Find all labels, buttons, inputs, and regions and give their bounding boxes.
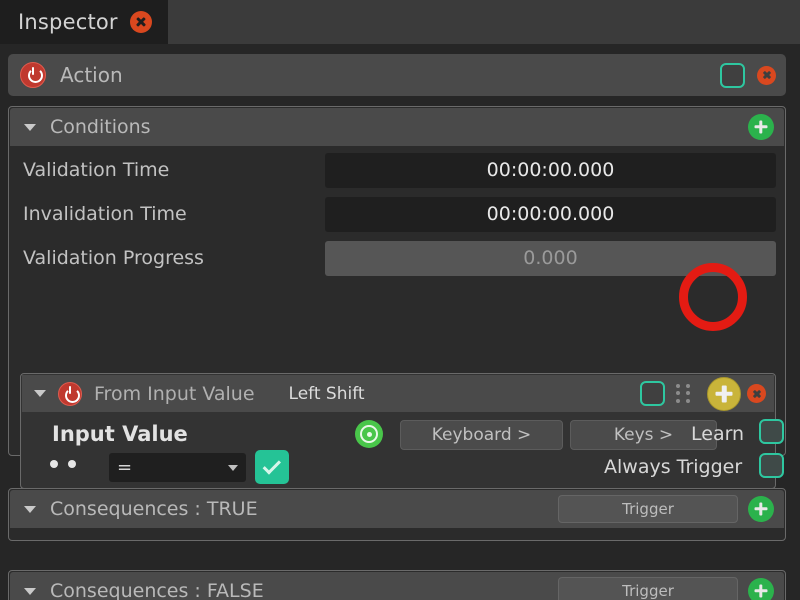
- from-input-value-body: Input Value Keyboard > Keys > Learn Alwa…: [22, 412, 774, 487]
- inspector-window: Inspector Action Conditions Validation T…: [0, 0, 800, 600]
- row-invalidation-time: Invalidation Time 00:00:00.000: [10, 194, 784, 234]
- tab-inspector-label: Inspector: [18, 10, 118, 34]
- tab-bar: Inspector: [0, 0, 800, 44]
- from-input-value-checkbox[interactable]: [640, 381, 665, 406]
- invalidation-time-label: Invalidation Time: [10, 203, 325, 225]
- row-validation-progress: Validation Progress 0.000: [10, 238, 784, 278]
- add-input-value-button[interactable]: [707, 377, 741, 411]
- consequences-false-header[interactable]: Consequences : FALSE Trigger: [10, 572, 784, 600]
- caret-down-icon: [228, 465, 238, 471]
- close-icon[interactable]: [130, 11, 152, 33]
- from-input-value-header[interactable]: From Input Value Left Shift: [22, 375, 774, 412]
- consequences-false-section: Consequences : FALSE Trigger: [8, 570, 786, 600]
- chevron-down-icon[interactable]: [24, 124, 36, 131]
- chevron-down-icon[interactable]: [34, 390, 46, 397]
- add-consequence-false-button[interactable]: [748, 578, 774, 600]
- invalidation-time-field[interactable]: 00:00:00.000: [325, 197, 776, 232]
- always-trigger-checkbox[interactable]: [759, 453, 784, 478]
- learn-label: Learn: [691, 423, 744, 445]
- keyboard-button[interactable]: Keyboard >: [400, 420, 563, 450]
- consequences-true-header[interactable]: Consequences : TRUE Trigger: [10, 490, 784, 528]
- conditions-header[interactable]: Conditions: [10, 108, 784, 146]
- tab-inspector[interactable]: Inspector: [0, 0, 168, 44]
- action-label: Action: [60, 63, 720, 87]
- from-input-value-title: From Input Value: [94, 383, 255, 405]
- trigger-true-button[interactable]: Trigger: [558, 495, 738, 523]
- conditions-body: Validation Time 00:00:00.000 Invalidatio…: [10, 146, 784, 454]
- consequences-true-title: Consequences : TRUE: [50, 498, 558, 520]
- from-input-value-subtitle: Left Shift: [289, 384, 640, 404]
- drag-handle-icon[interactable]: [675, 384, 691, 404]
- operator-select[interactable]: =: [109, 453, 246, 482]
- check-icon: [262, 456, 280, 474]
- power-icon[interactable]: [20, 62, 46, 88]
- validation-time-label: Validation Time: [10, 159, 325, 181]
- consequences-true-section: Consequences : TRUE Trigger: [8, 488, 786, 541]
- action-enabled-checkbox[interactable]: [720, 63, 745, 88]
- add-condition-button[interactable]: [748, 114, 774, 140]
- action-close-icon[interactable]: [757, 66, 776, 85]
- operator-value: =: [117, 457, 228, 478]
- validation-time-field[interactable]: 00:00:00.000: [325, 153, 776, 188]
- confirm-button[interactable]: [255, 450, 289, 484]
- conditions-section: Conditions Validation Time 00:00:00.000 …: [8, 106, 786, 456]
- conditions-title: Conditions: [50, 116, 748, 138]
- input-value-label: Input Value: [52, 422, 188, 446]
- consequences-false-title: Consequences : FALSE: [50, 580, 558, 600]
- power-icon[interactable]: [58, 382, 82, 406]
- from-input-value-card: From Input Value Left Shift Input Value: [20, 373, 776, 489]
- always-trigger-label: Always Trigger: [604, 456, 742, 478]
- trigger-false-button[interactable]: Trigger: [558, 577, 738, 600]
- remove-input-value-icon[interactable]: [747, 384, 766, 403]
- action-header[interactable]: Action: [8, 54, 786, 96]
- validation-progress-field: 0.000: [325, 241, 776, 276]
- learn-checkbox[interactable]: [759, 419, 784, 444]
- add-consequence-true-button[interactable]: [748, 496, 774, 522]
- chevron-down-icon[interactable]: [24, 588, 36, 595]
- row-validation-time: Validation Time 00:00:00.000: [10, 150, 784, 190]
- validation-progress-label: Validation Progress: [10, 247, 325, 269]
- inspector-panel: Action Conditions Validation Time 00:00:…: [0, 44, 800, 600]
- record-icon[interactable]: [355, 420, 383, 448]
- chevron-down-icon[interactable]: [24, 506, 36, 513]
